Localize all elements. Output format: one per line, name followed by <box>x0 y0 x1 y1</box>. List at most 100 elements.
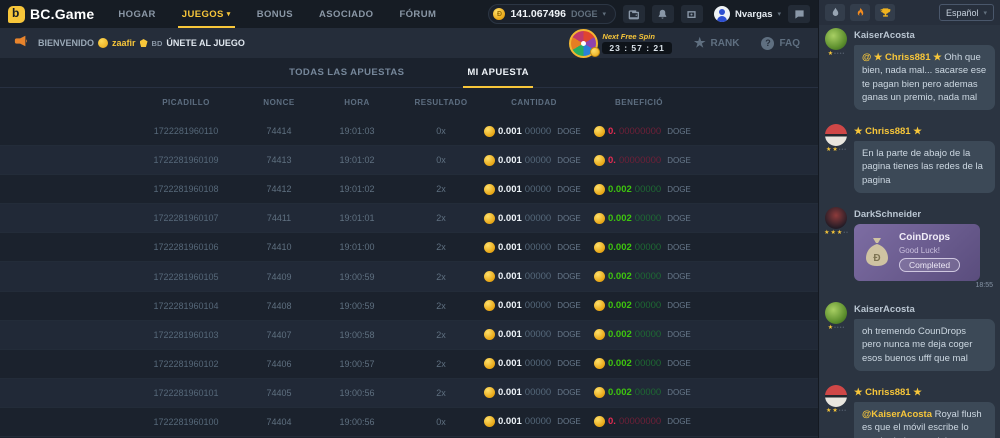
doge-coin-icon <box>484 329 495 340</box>
doge-coin-icon <box>594 213 605 224</box>
user-menu[interactable]: Nvargas ▾ <box>714 6 781 22</box>
chat-message-body: ★ Chriss881 ★@KaiserAcosta Royal flush e… <box>854 385 995 438</box>
doge-coin-icon <box>594 329 605 340</box>
star-rating: ★★••• <box>826 148 846 153</box>
amount-main: 0.001 <box>498 416 522 427</box>
profit-currency: DOGE <box>667 330 691 339</box>
doge-coin-icon <box>484 271 495 282</box>
chat-username[interactable]: DarkSchneider <box>854 209 995 220</box>
amount-main: 0.001 <box>498 358 522 369</box>
table-row[interactable]: 17222819601077441119:01:012x0.00100000DO… <box>0 204 818 233</box>
user-mention[interactable]: @KaiserAcosta <box>862 409 932 420</box>
trophy-button[interactable] <box>875 4 895 21</box>
table-row[interactable]: 17222819601017440519:00:562x0.00100000DO… <box>0 379 818 408</box>
nav-item-hogar[interactable]: HOGAR <box>118 0 155 28</box>
nav-item-fórum[interactable]: FÓRUM <box>399 0 436 28</box>
chat-message-body: KaiserAcosta@ ★ Chriss881 ★ Ohh que bien… <box>854 28 995 115</box>
chat-username[interactable]: KaiserAcosta <box>854 30 995 41</box>
table-row[interactable]: 17222819601057440919:00:592x0.00100000DO… <box>0 262 818 291</box>
star-icon: ★ <box>828 326 833 331</box>
table-row[interactable]: 17222819601097441319:01:020x0.00100000DO… <box>0 146 818 175</box>
doge-coin-icon <box>594 358 605 369</box>
table-row[interactable]: 17222819601107441419:01:030x0.00100000DO… <box>0 117 818 146</box>
nav-item-juegos[interactable]: JUEGOS▾ <box>182 0 231 28</box>
tab-mi-apuesta[interactable]: MI APUESTA <box>463 67 533 87</box>
question-icon: ? <box>761 37 774 50</box>
cell-amount: 0.00100000DOGE <box>484 155 594 166</box>
doge-coin-icon: Ð <box>493 8 505 20</box>
faq-label: FAQ <box>779 38 800 49</box>
chat-bubble: oh tremendo CounDrops pero nunca me deja… <box>854 319 995 371</box>
doge-coin-icon <box>484 387 495 398</box>
amount-main: 0.001 <box>498 271 522 282</box>
cell-result: 0x <box>398 126 484 136</box>
announcement-text[interactable]: BIENVENIDO zaafir BD ÚNETE AL JUEGO <box>38 38 245 48</box>
dot-icon: • <box>842 148 844 153</box>
cell-nonce: 74407 <box>242 330 316 340</box>
rank-link[interactable]: ★ RANK <box>694 35 740 51</box>
nav-item-asociado[interactable]: ASOCIADO <box>319 0 373 28</box>
faq-link[interactable]: ? FAQ <box>761 37 800 50</box>
cell-amount: 0.00100000DOGE <box>484 329 594 340</box>
table-row[interactable]: 17222819601067441019:01:002x0.00100000DO… <box>0 233 818 262</box>
main-nav: HOGAR JUEGOS▾ BONUS ASOCIADO FÓRUM <box>118 0 436 28</box>
cell-profit: 0.00200000DOGE <box>594 358 704 369</box>
doge-coin-icon <box>484 358 495 369</box>
table-row[interactable]: 17222819601087441219:01:022x0.00100000DO… <box>0 175 818 204</box>
table-row[interactable]: 17222819601037440719:00:582x0.00100000DO… <box>0 321 818 350</box>
coindrops-completed-button[interactable]: Completed <box>899 258 960 272</box>
profit-main: 0. <box>608 416 616 427</box>
avatar[interactable] <box>825 28 847 50</box>
profit-currency: DOGE <box>667 214 691 223</box>
cell-nonce: 74404 <box>242 417 316 427</box>
vault-button[interactable] <box>681 5 703 23</box>
notifications-button[interactable] <box>652 5 674 23</box>
profit-currency: DOGE <box>667 127 691 136</box>
user-mention[interactable]: @ ★ Chriss881 ★ <box>862 52 942 63</box>
profit-currency: DOGE <box>667 417 691 426</box>
avatar[interactable] <box>825 207 847 229</box>
chat-message-body: ★ Chriss881 ★En la parte de abajo de la … <box>854 124 995 198</box>
chat-message: ★••••KaiserAcostaoh tremendo CounDrops p… <box>824 302 995 376</box>
chat-username[interactable]: ★ Chriss881 ★ <box>854 387 995 398</box>
table-row[interactable]: 17222819601007440419:00:560x0.00100000DO… <box>0 408 818 437</box>
chat-username[interactable]: ★ Chriss881 ★ <box>854 126 995 137</box>
coindrops-card[interactable]: ÐCoinDropsGood Luck!Completed <box>854 224 980 281</box>
nav-item-bonus[interactable]: BONUS <box>257 0 293 28</box>
balance-selector[interactable]: Ð 141.067496 DOGE ▾ <box>488 4 616 24</box>
doge-coin-icon <box>484 300 495 311</box>
amount-main: 0.001 <box>498 387 522 398</box>
tab-todas-las-apuestas[interactable]: TODAS LAS APUESTAS <box>285 67 408 87</box>
profit-main: 0.002 <box>608 184 632 195</box>
avatar[interactable] <box>825 302 847 324</box>
free-spin-widget[interactable]: Next Free Spin 23 : 57 : 21 <box>569 29 671 58</box>
star-icon: ★ <box>824 231 829 236</box>
cell-profit: 0.00200000DOGE <box>594 300 704 311</box>
coindrops-title: CoinDrops <box>899 232 960 243</box>
star-icon: ★ <box>832 148 837 153</box>
bcgame-logo[interactable]: BC.Game <box>8 6 94 23</box>
cell-time: 19:00:58 <box>316 330 398 340</box>
profit-rest: 00000 <box>635 300 661 311</box>
coindrops-subtitle: Good Luck! <box>899 246 960 255</box>
language-selector[interactable]: Español ▾ <box>939 4 994 21</box>
dot-icon: • <box>834 326 836 331</box>
table-row[interactable]: 17222819601047440819:00:592x0.00100000DO… <box>0 292 818 321</box>
chat-message-left: ★★••• <box>824 385 848 438</box>
wallet-button[interactable] <box>623 5 645 23</box>
avatar[interactable] <box>825 124 847 146</box>
table-row[interactable]: 17222819601027440619:00:572x0.00100000DO… <box>0 350 818 379</box>
medal-icon <box>140 39 148 47</box>
chat-sidebar: Español ▾ ★••••KaiserAcosta@ ★ Chriss881… <box>818 0 1000 438</box>
fire-button[interactable] <box>850 4 870 21</box>
chat-username[interactable]: KaiserAcosta <box>854 304 995 315</box>
topnav-right: Ð 141.067496 DOGE ▾ Nvargas ▾ <box>488 4 810 24</box>
rain-button[interactable] <box>825 4 845 21</box>
cell-hash: 1722281960100 <box>130 417 242 427</box>
cell-amount: 0.00100000DOGE <box>484 184 594 195</box>
free-spin-label: Next Free Spin <box>602 32 671 41</box>
cell-result: 2x <box>398 330 484 340</box>
chevron-down-icon: ▾ <box>227 10 231 18</box>
chat-toggle-button[interactable] <box>788 5 810 23</box>
avatar[interactable] <box>825 385 847 407</box>
